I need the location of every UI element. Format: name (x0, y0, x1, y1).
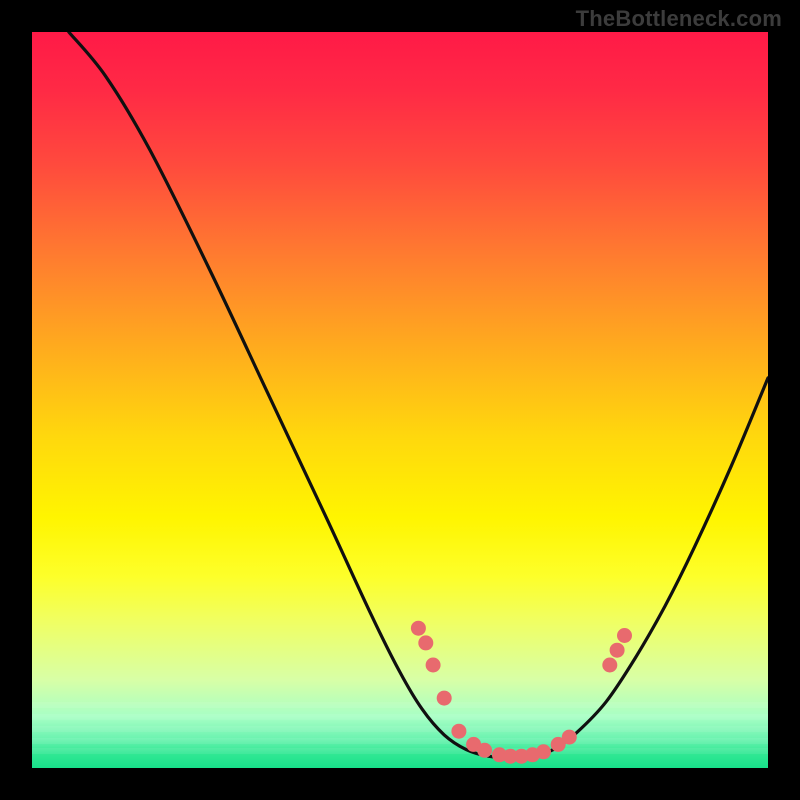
data-dot (426, 658, 441, 673)
chart-svg (32, 32, 768, 768)
data-dot (536, 744, 551, 759)
data-dot (437, 691, 452, 706)
bottleneck-curve (69, 32, 768, 758)
data-dot (411, 621, 426, 636)
chart-plot-area (32, 32, 768, 768)
outer-frame: TheBottleneck.com (0, 0, 800, 800)
data-dot (617, 628, 632, 643)
data-dot (451, 724, 466, 739)
data-dot (562, 730, 577, 745)
data-dot (610, 643, 625, 658)
data-dots (411, 621, 632, 764)
data-dot (477, 743, 492, 758)
source-label: TheBottleneck.com (576, 6, 782, 32)
data-dot (418, 635, 433, 650)
data-dot (602, 658, 617, 673)
